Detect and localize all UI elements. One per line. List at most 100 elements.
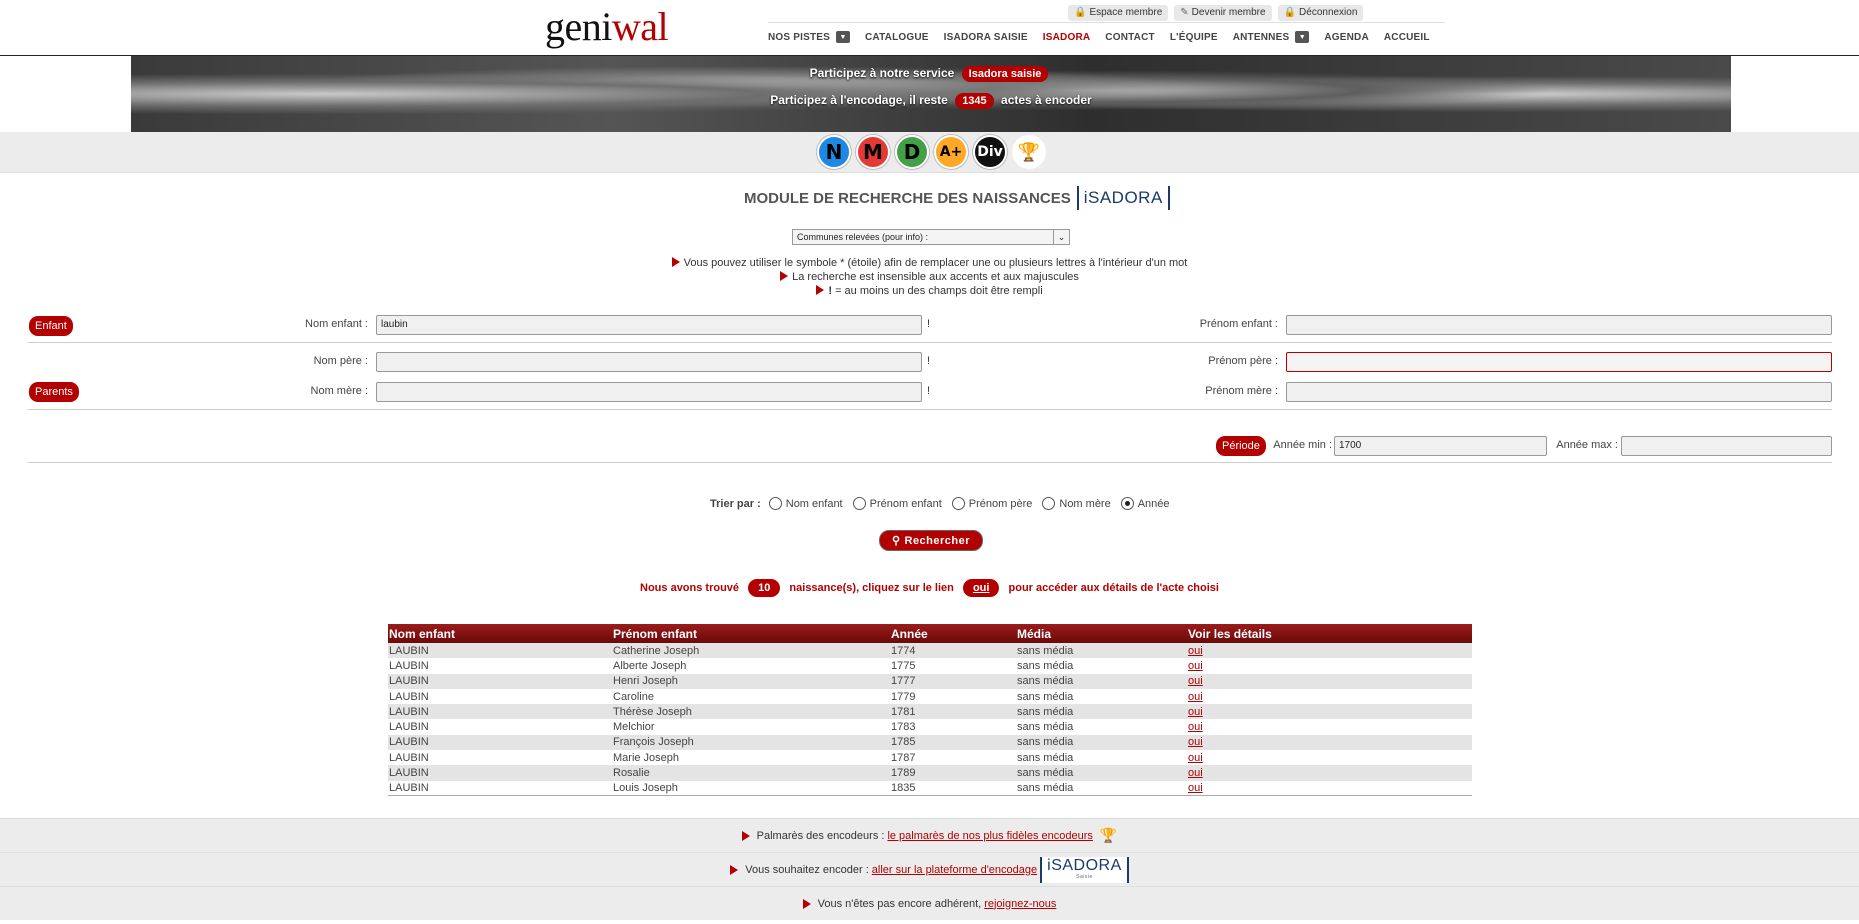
prenom-mere-label: Prénom mère : xyxy=(1205,385,1278,397)
nav-contact[interactable]: CONTACT xyxy=(1105,32,1155,43)
details-link[interactable]: oui xyxy=(1188,767,1203,779)
nom-enfant-input[interactable]: laubin xyxy=(376,315,922,335)
required-mark: ! xyxy=(927,355,931,367)
column-header-details: Voir les détails xyxy=(1187,624,1472,643)
nav-accueil[interactable]: ACCUEIL xyxy=(1384,32,1430,43)
naissances-module-button[interactable]: N xyxy=(817,135,851,169)
annee-max-label: Année max : xyxy=(1556,439,1618,451)
remaining-count-badge: 1345 xyxy=(955,93,994,109)
main-nav: NOS PISTES ▼ CATALOGUE ISADORA SAISIE IS… xyxy=(768,22,1445,43)
table-header-row: Nom enfant Prénom enfant Année Média Voi… xyxy=(388,624,1472,643)
encoder-platform-link[interactable]: aller sur la plateforme d'encodage xyxy=(872,864,1037,876)
table-row: LAUBIN François Joseph 1785 sans média oui xyxy=(388,734,1472,751)
triangle-right-icon xyxy=(802,898,811,909)
table-row: LAUBIN Caroline 1779 sans média oui xyxy=(389,690,1203,703)
nav-agenda[interactable]: AGENDA xyxy=(1324,32,1369,43)
aplus-module-button[interactable]: A+ xyxy=(934,135,968,169)
table-row: LAUBIN Melchior 1783 sans média oui xyxy=(389,721,1203,734)
nav-nos-pistes[interactable]: NOS PISTES ▼ xyxy=(768,31,851,43)
trophy-icon[interactable]: 🏆 xyxy=(1012,135,1046,169)
nav-catalogue[interactable]: CATALOGUE xyxy=(865,32,929,43)
chevron-down-icon[interactable]: ⌄ xyxy=(1053,230,1069,244)
results-table: Nom enfant Prénom enfant Année Média Voi… xyxy=(388,624,1472,797)
details-link[interactable]: oui xyxy=(1188,660,1203,672)
details-link[interactable]: oui xyxy=(1188,691,1203,703)
palmares-link[interactable]: le palmarès de nos plus fidèles encodeur… xyxy=(887,830,1092,842)
oui-example-badge: oui xyxy=(962,579,1000,597)
hint-case-insensitive: La recherche est insensible aux accents … xyxy=(0,270,1859,284)
mariages-module-button[interactable]: M xyxy=(856,135,890,169)
parents-section-label: Parents xyxy=(29,382,79,402)
join-row: Vous n'êtes pas encore adhérent, rejoign… xyxy=(0,886,1859,920)
table-row: LAUBIN Marie Joseph 1787 sans média oui xyxy=(389,751,1203,764)
table-row: LAUBIN Catherine Joseph 1774 sans média oui xyxy=(388,643,1472,659)
lock-icon: 🔒 xyxy=(1283,7,1297,18)
table-row: LAUBIN Alberte Joseph 1775 sans média oui xyxy=(389,659,1203,672)
column-header-prenom-enfant: Prénom enfant xyxy=(612,624,890,643)
details-link[interactable]: oui xyxy=(1188,721,1203,733)
logout-link[interactable]: 🔒 Déconnexion xyxy=(1277,5,1364,21)
prenom-pere-input[interactable] xyxy=(1286,352,1832,372)
nom-mere-input[interactable] xyxy=(376,382,922,402)
details-link[interactable]: oui xyxy=(1188,645,1203,657)
sort-radio-annee[interactable] xyxy=(1120,497,1134,510)
nav-equipe[interactable]: L'ÉQUIPE xyxy=(1170,32,1218,43)
lock-icon: 🔒 xyxy=(1074,7,1087,18)
banner-participate-line: Participez à notre service Isadora saisi… xyxy=(131,66,1731,82)
prenom-enfant-input[interactable] xyxy=(1286,315,1832,335)
column-header-annee: Année xyxy=(890,624,1016,643)
annee-max-input[interactable] xyxy=(1621,436,1832,456)
triangle-right-icon xyxy=(741,830,750,841)
deces-module-button[interactable]: D xyxy=(895,135,929,169)
triangle-right-icon xyxy=(816,285,825,295)
annee-min-input[interactable]: 1700 xyxy=(1334,436,1547,456)
member-space-link[interactable]: 🔒 Espace membre xyxy=(1068,5,1169,21)
palmares-row: Palmarès des encodeurs : le palmarès de … xyxy=(0,818,1859,852)
search-icon: ⚲ xyxy=(891,535,901,547)
trophy-icon[interactable]: 🏆 xyxy=(1100,827,1117,844)
isadora-saisie-logo[interactable]: iSADORA Saisie xyxy=(1040,856,1129,883)
column-header-media: Média xyxy=(1016,624,1187,643)
nav-isadora-saisie[interactable]: ISADORA SAISIE xyxy=(944,32,1028,43)
details-link[interactable]: oui xyxy=(1188,752,1203,764)
hint-required: ! = au moins un des champs doit être rem… xyxy=(0,284,1859,298)
chevron-down-icon[interactable]: ▼ xyxy=(1295,31,1310,43)
isadora-logo: iSADORA xyxy=(1076,186,1170,210)
sort-radio-nom-mere[interactable] xyxy=(1042,497,1056,510)
triangle-right-icon xyxy=(780,271,789,281)
table-row: LAUBIN Rosalie 1789 sans média oui xyxy=(388,765,1472,781)
details-link[interactable]: oui xyxy=(1188,675,1203,687)
sort-radio-prenom-enfant[interactable] xyxy=(852,497,866,510)
enfant-section-label: Enfant xyxy=(29,316,73,336)
prenom-mere-input[interactable] xyxy=(1286,382,1832,402)
become-member-link[interactable]: ✎ Devenir membre xyxy=(1174,5,1272,21)
site-header: geniwal 🔒 Espace membre ✎ Devenir membre… xyxy=(0,0,1859,56)
isadora-saisie-pill[interactable]: Isadora saisie xyxy=(961,66,1049,82)
join-link[interactable]: rejoignez-nous xyxy=(984,898,1056,910)
page-title: MODULE DE RECHERCHE DES NAISSANCES xyxy=(744,189,1071,207)
column-header-nom-enfant: Nom enfant xyxy=(388,624,612,643)
details-link[interactable]: oui xyxy=(1188,782,1203,794)
triangle-right-icon xyxy=(671,257,680,267)
chevron-down-icon[interactable]: ▼ xyxy=(836,31,851,43)
triangle-right-icon xyxy=(730,864,739,875)
prenom-enfant-label: Prénom enfant : xyxy=(1199,318,1278,330)
site-logo[interactable]: geniwal xyxy=(545,4,669,50)
nav-antennes[interactable]: ANTENNES ▼ xyxy=(1233,31,1310,43)
nom-enfant-label: Nom enfant : xyxy=(305,318,368,330)
nav-isadora[interactable]: ISADORA xyxy=(1043,32,1091,43)
sort-radio-prenom-pere[interactable] xyxy=(951,497,965,510)
search-button[interactable]: ⚲ Rechercher xyxy=(879,530,983,551)
sort-radio-nom-enfant[interactable] xyxy=(768,497,782,510)
nom-pere-input[interactable] xyxy=(376,352,922,372)
communes-select[interactable]: Communes relevées (pour info) : ⌄ xyxy=(792,229,1070,245)
results-count-badge: 10 xyxy=(748,579,781,597)
divers-module-button[interactable]: Div xyxy=(973,135,1007,169)
details-link[interactable]: oui xyxy=(1188,736,1203,748)
divider xyxy=(28,462,1832,463)
nom-mere-label: Nom mère : xyxy=(310,385,368,397)
banner-remaining-line: Participez à l'encodage, il reste 1345 a… xyxy=(770,93,1092,109)
table-row: LAUBIN Thérèse Joseph 1781 sans média oui xyxy=(388,704,1472,720)
details-link[interactable]: oui xyxy=(1188,706,1203,718)
encoder-row: Vous souhaitez encoder : aller sur la pl… xyxy=(0,852,1859,886)
